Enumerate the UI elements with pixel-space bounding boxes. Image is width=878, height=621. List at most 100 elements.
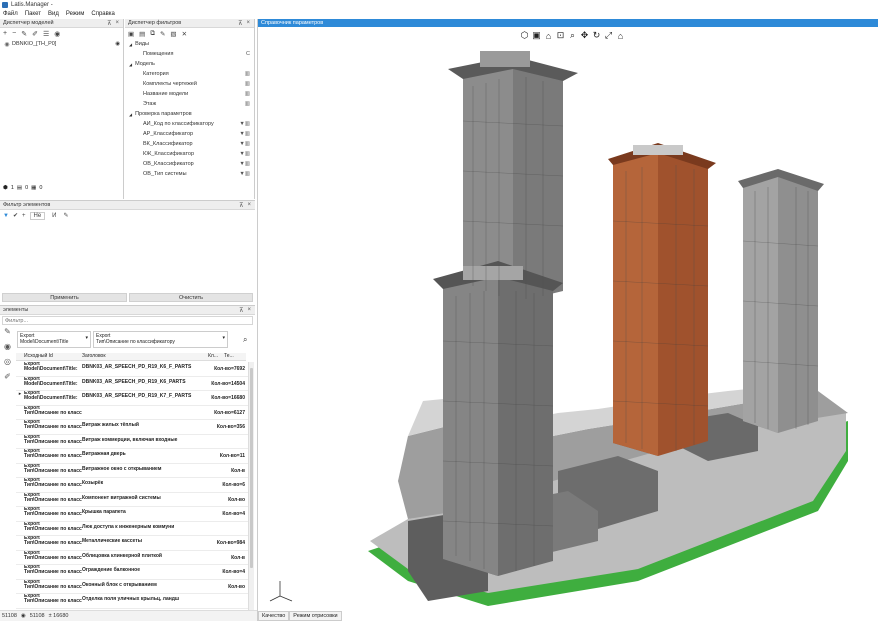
new-filter-icon[interactable]: ▣ bbox=[128, 30, 134, 38]
table-row[interactable]: ExportТип\Описание по классификатору:Вит… bbox=[16, 435, 248, 449]
menu-file[interactable]: Файл bbox=[3, 11, 18, 17]
remove-icon[interactable]: − bbox=[12, 30, 16, 37]
col-source-id[interactable]: Исходный Id bbox=[24, 353, 82, 360]
apply-button[interactable]: Применить bbox=[2, 293, 127, 302]
filter-group[interactable]: ◢ Проверка параметров bbox=[125, 109, 254, 119]
brush-icon[interactable]: ✐ bbox=[32, 30, 38, 38]
table-row[interactable]: ExportТип\Описание по классификатору:Око… bbox=[16, 580, 248, 594]
group-select-1[interactable]: Export Model\Document\Title ▾ bbox=[17, 331, 91, 348]
filter-item[interactable]: Название модели ▥ bbox=[125, 89, 254, 99]
table-row[interactable]: ExportТип\Описание по классификатору:Вит… bbox=[16, 449, 248, 464]
table-row[interactable]: ExportТип\Описание по классификатору:Отд… bbox=[16, 594, 248, 609]
pan-icon[interactable]: ✥ bbox=[580, 30, 589, 40]
close-icon[interactable]: × bbox=[246, 20, 250, 27]
clear-button[interactable]: Очистить bbox=[129, 293, 253, 302]
close-icon[interactable]: × bbox=[115, 20, 119, 27]
export-icon[interactable]: ▧ bbox=[170, 30, 176, 38]
zoom-window-icon[interactable]: ⊡ bbox=[556, 30, 565, 40]
orbit-icon[interactable]: ↻ bbox=[592, 30, 601, 40]
tab-quality[interactable]: Качество bbox=[258, 611, 290, 621]
pin-icon[interactable]: ⊼ bbox=[107, 20, 111, 27]
table-row[interactable]: ExportТип\Описание по классификатору:Ком… bbox=[16, 493, 248, 507]
close-icon[interactable]: × bbox=[247, 307, 251, 314]
tab-render-mode[interactable]: Режим отрисовки bbox=[289, 611, 342, 621]
filter-item[interactable]: Категория ▥ bbox=[125, 69, 254, 79]
home-view-icon[interactable]: ⌂ bbox=[616, 31, 625, 41]
filter-item[interactable]: Этаж ▥ bbox=[125, 99, 254, 109]
filter-item-tag[interactable]: ▼▥ bbox=[239, 121, 250, 127]
eye-icon[interactable]: ◉ bbox=[54, 30, 60, 38]
col-type[interactable]: Те... bbox=[224, 353, 240, 360]
row-marker[interactable]: ▸ bbox=[16, 391, 24, 397]
table-row[interactable]: Export Model\Document\Title: DBNK03_AR_SPE… bbox=[16, 377, 248, 391]
col-title[interactable]: Заголовок bbox=[82, 353, 208, 360]
save-icon[interactable]: ▤ bbox=[139, 30, 145, 38]
table-row[interactable]: ExportТип\Описание по классификатору:Вит… bbox=[16, 464, 248, 478]
edit-icon[interactable]: ✎ bbox=[63, 212, 68, 219]
pin-icon[interactable]: ⊼ bbox=[239, 202, 243, 209]
filter-item[interactable]: АР_Классификатор ▼▥ bbox=[125, 129, 254, 139]
add-icon[interactable]: + bbox=[22, 213, 26, 219]
funnel-icon[interactable]: ▼ bbox=[3, 213, 9, 219]
brush-icon[interactable]: ✐ bbox=[4, 372, 11, 381]
filter-item-tag[interactable]: ▥ bbox=[245, 101, 250, 107]
menu-view[interactable]: Вид bbox=[48, 11, 59, 17]
edit-icon[interactable]: ✎ bbox=[160, 30, 165, 38]
filter-item-tag[interactable]: C bbox=[246, 51, 250, 57]
filter-item[interactable]: Комплекты чертежей ▥ bbox=[125, 79, 254, 89]
pin-icon[interactable]: ⊼ bbox=[239, 307, 243, 314]
filter-item-tag[interactable]: ▼▥ bbox=[239, 171, 250, 177]
cube-view-icon[interactable]: ⬡ bbox=[520, 30, 529, 40]
not-chip[interactable]: Не bbox=[29, 211, 46, 220]
filter-group[interactable]: ◢ Модель bbox=[125, 59, 254, 69]
filter-item[interactable]: ОВ_Классификатор ▼▥ bbox=[125, 159, 254, 169]
add-icon[interactable]: + bbox=[3, 30, 7, 37]
table-row[interactable]: ExportТип\Описание по классификатору:Обл… bbox=[16, 551, 248, 565]
table-row[interactable]: ExportТип\Описание по классификатору:Вит… bbox=[16, 420, 248, 435]
filter-item-tag[interactable]: ▥ bbox=[245, 81, 250, 87]
filter-item[interactable]: КЖ_Классификатор ▼▥ bbox=[125, 149, 254, 159]
copy-icon[interactable]: ⧉ bbox=[150, 30, 155, 38]
and-chip[interactable]: И bbox=[49, 213, 59, 219]
expand-caret-icon[interactable]: ◢ bbox=[129, 62, 132, 67]
table-row[interactable]: ExportТип\Описание по классификатору:Огр… bbox=[16, 565, 248, 580]
table-row[interactable]: ExportТип\Описание по классификатору:Мет… bbox=[16, 536, 248, 551]
table-row[interactable]: ExportТип\Описание по классификатору:Люк… bbox=[16, 522, 248, 536]
filter-item[interactable]: ОВ_Тип системы ▼▥ bbox=[125, 169, 254, 179]
filter-item-tag[interactable]: ▼▥ bbox=[239, 161, 250, 167]
model-3d-scene[interactable] bbox=[258, 41, 878, 609]
filter-item-tag[interactable]: ▼▥ bbox=[239, 151, 250, 157]
search-icon[interactable]: ⌕ bbox=[243, 335, 247, 345]
list-icon[interactable]: ☰ bbox=[43, 30, 49, 38]
expand-caret-icon[interactable]: ◢ bbox=[129, 42, 132, 47]
scroll-thumb[interactable] bbox=[250, 368, 253, 568]
filter-item-tag[interactable]: ▼▥ bbox=[239, 131, 250, 137]
filter-group[interactable]: ◢ Виды bbox=[125, 39, 254, 49]
table-row[interactable]: ExportТип\Описание по классификатору:Кры… bbox=[16, 507, 248, 522]
table-row[interactable]: Export Model\Document\Title: DBNK03_AR_SPE… bbox=[16, 362, 248, 377]
fit-icon[interactable]: ⤢ bbox=[604, 30, 613, 40]
eye-outline-icon[interactable]: ◎ bbox=[4, 357, 11, 366]
menu-mode[interactable]: Режим bbox=[66, 11, 85, 17]
eye-icon[interactable]: ◉ bbox=[4, 342, 11, 351]
table-row[interactable]: ▸ Export Model\Document\Title: DBNK03_AR_SP… bbox=[16, 391, 248, 406]
elements-search-input[interactable] bbox=[2, 316, 253, 325]
col-count[interactable]: Кл... bbox=[208, 353, 224, 360]
filter-item-tag[interactable]: ▥ bbox=[245, 71, 250, 77]
group-select-2[interactable]: Export Тип\Описание по классификатору ▾ bbox=[93, 331, 228, 348]
model-item[interactable]: ◉ DBNKIO_[TH_P0] ◉ bbox=[0, 39, 123, 49]
filter-item-tag[interactable]: ▼▥ bbox=[239, 141, 250, 147]
box-view-icon[interactable]: ▣ bbox=[532, 30, 541, 40]
check-icon[interactable]: ✔ bbox=[13, 212, 18, 219]
pencil-icon[interactable]: ✎ bbox=[4, 327, 11, 336]
home-icon[interactable]: ⌂ bbox=[544, 31, 553, 41]
filter-item[interactable]: АИ_Код по классификатору ▼▥ bbox=[125, 119, 254, 129]
table-row[interactable]: ExportТип\Описание по классификатору: Кол… bbox=[16, 406, 248, 420]
expand-caret-icon[interactable]: ◢ bbox=[129, 112, 132, 117]
table-row[interactable]: ExportТип\Описание по классификатору:Коз… bbox=[16, 478, 248, 493]
filter-item-tag[interactable]: ▥ bbox=[245, 91, 250, 97]
menu-help[interactable]: Справка bbox=[91, 11, 115, 17]
filter-item[interactable]: ВК_Классификатор ▼▥ bbox=[125, 139, 254, 149]
visibility-icon[interactable]: ◉ bbox=[115, 41, 120, 47]
elements-scrollbar[interactable] bbox=[248, 362, 254, 610]
